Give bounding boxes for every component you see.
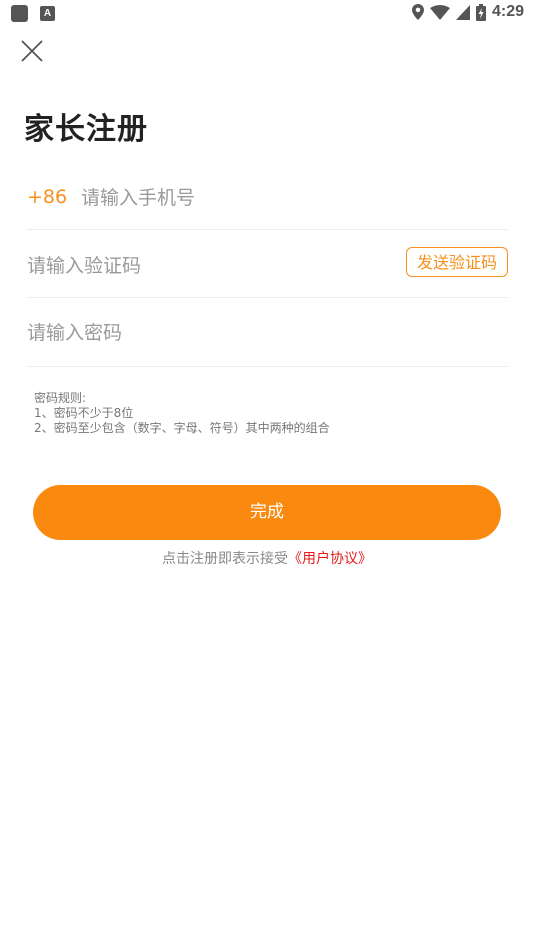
close-icon (21, 40, 43, 62)
agreement-text: 点击注册即表示接受《用户协议》 (0, 548, 534, 568)
password-rules: 密码规则: 1、密码不少于8位 2、密码至少包含（数字、字母、符号）其中两种的组… (34, 391, 330, 436)
phone-row: +86 (27, 174, 508, 230)
submit-button[interactable]: 完成 (33, 485, 501, 540)
password-row (27, 308, 508, 367)
wifi-icon (429, 4, 450, 20)
rules-line-1: 1、密码不少于8位 (34, 406, 134, 420)
location-icon (411, 4, 424, 20)
text-a-icon: A (40, 6, 55, 21)
code-row: 发送验证码 (27, 240, 508, 298)
notification-icons: A (11, 5, 55, 22)
status-bar: A 4:29 (0, 0, 534, 28)
square-icon (11, 5, 28, 22)
rules-line-2: 2、密码至少包含（数字、字母、符号）其中两种的组合 (34, 421, 330, 435)
close-button[interactable] (19, 38, 45, 64)
battery-icon (475, 3, 486, 21)
rules-heading: 密码规则: (34, 391, 87, 405)
agreement-prefix: 点击注册即表示接受 (162, 551, 288, 567)
country-code: +86 (27, 186, 68, 208)
password-input[interactable] (27, 318, 487, 348)
clock: 4:29 (491, 3, 524, 20)
phone-input[interactable] (81, 183, 481, 213)
system-icons: 4:29 (411, 3, 524, 21)
signal-icon (455, 4, 470, 20)
verification-code-input[interactable] (27, 251, 357, 281)
user-agreement-link[interactable]: 《用户协议》 (288, 551, 372, 567)
page-title: 家长注册 (24, 112, 148, 147)
send-code-button[interactable]: 发送验证码 (405, 247, 508, 277)
